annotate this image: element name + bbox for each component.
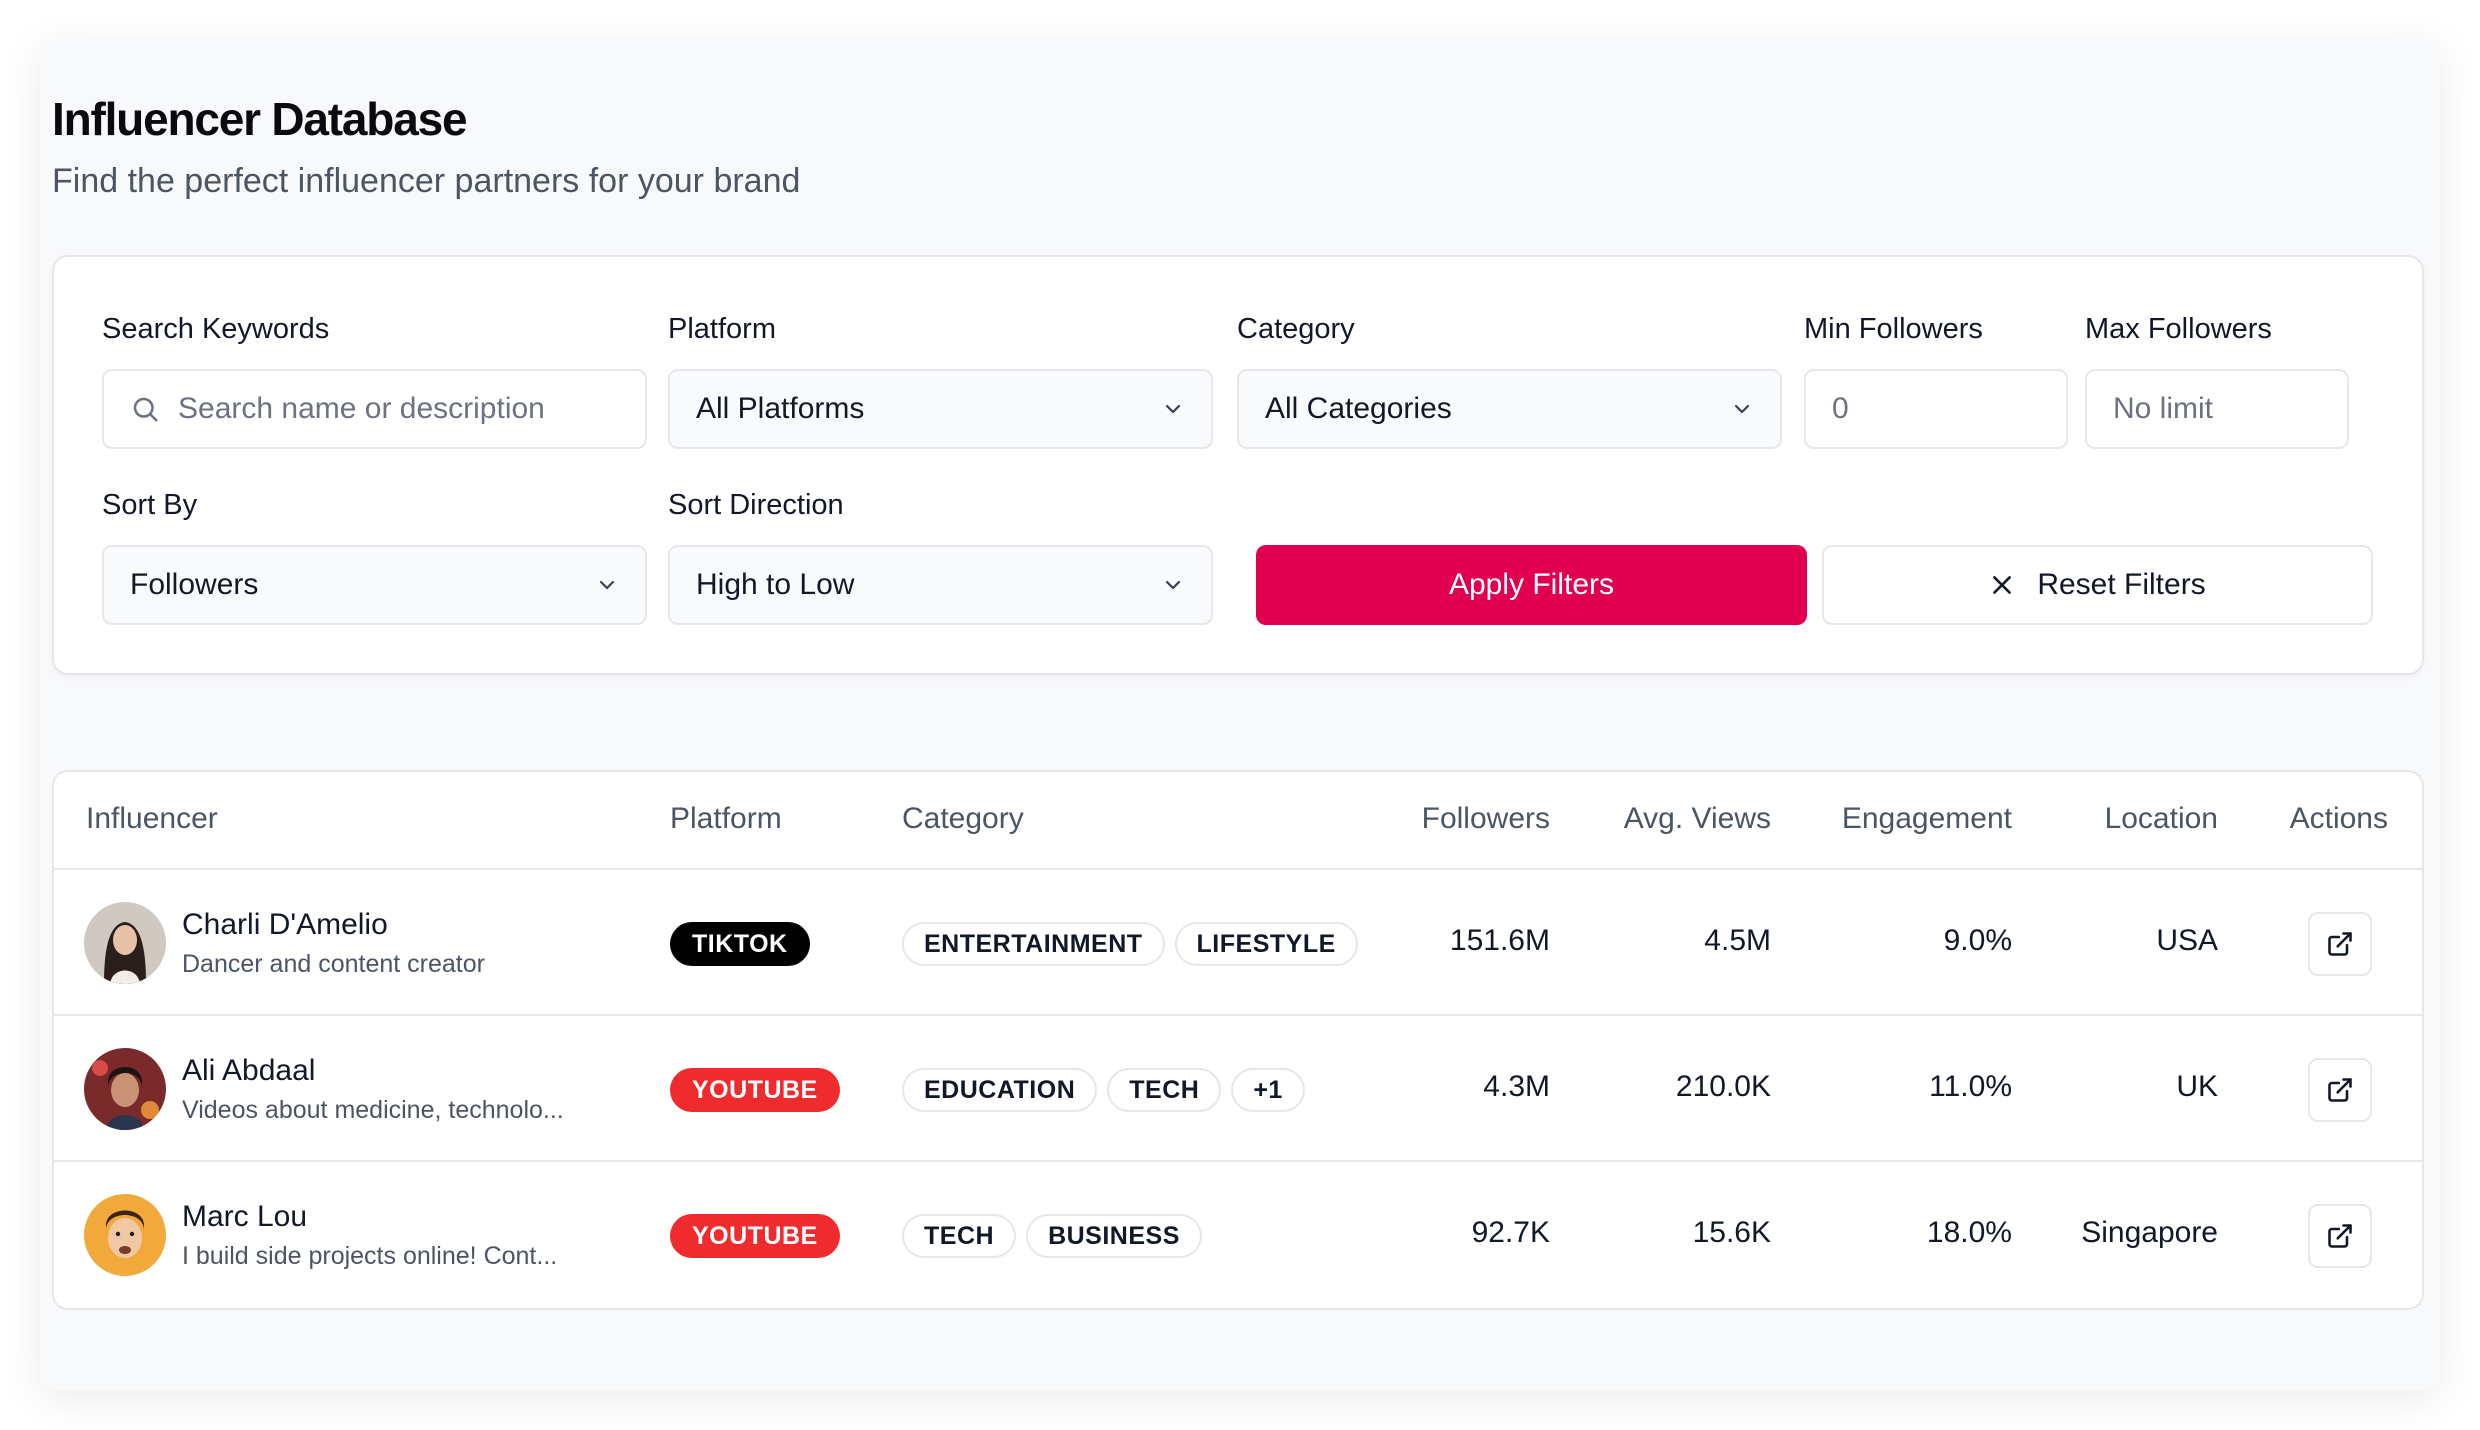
close-icon — [1993, 576, 2012, 594]
avg-views-value: 4.5M — [1704, 924, 1771, 957]
category-chip: LIFESTYLE — [1174, 922, 1358, 966]
search-label: Search Keywords — [102, 313, 330, 345]
engagement-value: 18.0% — [1926, 1216, 2012, 1249]
table-row: Charli D'Amelio Dancer and content creat… — [54, 870, 2422, 1016]
open-profile-button[interactable] — [2308, 912, 2372, 976]
category-chip: EDUCATION — [902, 1068, 1098, 1112]
location-value: UK — [2176, 1070, 2218, 1103]
platform-select-value: All Platforms — [696, 392, 865, 425]
sort-direction-select[interactable]: High to Low — [668, 545, 1213, 625]
table-header: Influencer Platform Category Followers A… — [54, 772, 2422, 870]
location-value: Singapore — [2081, 1216, 2218, 1249]
category-select-value: All Categories — [1265, 392, 1452, 425]
avg-views-value: 15.6K — [1692, 1216, 1771, 1249]
influencer-description: I build side projects online! Cont... — [182, 1242, 558, 1270]
page: Influencer Database Find the perfect inf… — [40, 40, 2440, 1390]
influencer-name[interactable]: Marc Lou — [182, 1200, 307, 1234]
header-category: Category — [902, 802, 1024, 835]
sort-by-label: Sort By — [102, 489, 198, 521]
open-profile-button[interactable] — [2308, 1204, 2372, 1268]
filter-panel: Search Keywords Platform Category Min Fo… — [52, 255, 2424, 675]
avatar — [84, 1048, 166, 1130]
min-followers-label: Min Followers — [1804, 313, 1983, 345]
sort-by-value: Followers — [130, 568, 259, 601]
platform-badge: YOUTUBE — [670, 1214, 840, 1258]
location-value: USA — [2156, 924, 2218, 957]
header-actions: Actions — [2289, 802, 2388, 835]
influencer-description: Videos about medicine, technolo... — [182, 1096, 564, 1124]
category-chip: BUSINESS — [1026, 1214, 1202, 1258]
avg-views-value: 210.0K — [1675, 1070, 1771, 1103]
category-chips: EDUCATION TECH +1 — [902, 1068, 1305, 1112]
chevron-down-icon — [1165, 580, 1181, 590]
external-link-icon — [2328, 1078, 2352, 1102]
chevron-down-icon — [1734, 404, 1750, 414]
header-platform: Platform — [670, 802, 782, 835]
reset-filters-label: Reset Filters — [2037, 568, 2206, 601]
max-followers-label: Max Followers — [2085, 313, 2272, 345]
header-avg-views[interactable]: Avg. Views — [1624, 802, 1771, 836]
apply-filters-button[interactable]: Apply Filters — [1256, 545, 1807, 625]
category-label: Category — [1237, 313, 1355, 345]
platform-label: Platform — [668, 313, 776, 345]
followers-value: 151.6M — [1449, 924, 1550, 957]
search-icon — [133, 397, 158, 422]
more-categories-chip[interactable]: +1 — [1231, 1068, 1305, 1112]
max-followers-placeholder: No limit — [2113, 392, 2214, 425]
sort-by-select[interactable]: Followers — [102, 545, 647, 625]
chevron-down-icon — [1165, 404, 1181, 414]
header-influencer: Influencer — [86, 802, 218, 835]
category-select[interactable]: All Categories — [1237, 369, 1782, 449]
influencer-description: Dancer and content creator — [182, 950, 485, 978]
table-row: Ali Abdaal Videos about medicine, techno… — [54, 1016, 2422, 1162]
sort-direction-label: Sort Direction — [668, 489, 844, 521]
engagement-value: 11.0% — [1929, 1070, 2012, 1103]
category-chips: TECH BUSINESS — [902, 1214, 1202, 1258]
header-followers[interactable]: Followers — [1422, 802, 1550, 836]
engagement-value: 9.0% — [1943, 924, 2012, 957]
category-chips: ENTERTAINMENT LIFESTYLE — [902, 922, 1358, 966]
header-engagement[interactable]: Engagement — [1842, 802, 2012, 836]
header-location: Location — [2104, 802, 2218, 835]
category-chip: TECH — [902, 1214, 1017, 1258]
followers-value: 4.3M — [1483, 1070, 1550, 1103]
search-placeholder: Search name or description — [178, 392, 545, 425]
sort-direction-value: High to Low — [696, 568, 855, 601]
platform-select[interactable]: All Platforms — [668, 369, 1213, 449]
category-chip: TECH — [1107, 1068, 1222, 1112]
open-profile-button[interactable] — [2308, 1058, 2372, 1122]
min-followers-input[interactable]: 0 — [1804, 369, 2068, 449]
table-row: Marc Lou I build side projects online! C… — [54, 1162, 2422, 1308]
max-followers-input[interactable]: No limit — [2085, 369, 2349, 449]
reset-filters-button[interactable]: Reset Filters — [1822, 545, 2373, 625]
min-followers-placeholder: 0 — [1832, 392, 1849, 425]
influencer-name[interactable]: Ali Abdaal — [182, 1054, 315, 1088]
influencer-table: Influencer Platform Category Followers A… — [52, 770, 2424, 1310]
search-input[interactable]: Search name or description — [102, 369, 647, 449]
influencer-name[interactable]: Charli D'Amelio — [182, 908, 388, 942]
platform-badge: YOUTUBE — [670, 1068, 840, 1112]
external-link-icon — [2328, 1224, 2352, 1248]
avatar — [84, 1194, 166, 1276]
followers-value: 92.7K — [1471, 1216, 1550, 1249]
chevron-down-icon — [599, 580, 615, 590]
external-link-icon — [2328, 932, 2352, 956]
page-title: Influencer Database — [52, 93, 468, 145]
platform-badge: TIKTOK — [670, 922, 810, 966]
avatar — [84, 902, 166, 984]
page-subtitle: Find the perfect influencer partners for… — [52, 162, 801, 200]
category-chip: ENTERTAINMENT — [902, 922, 1165, 966]
